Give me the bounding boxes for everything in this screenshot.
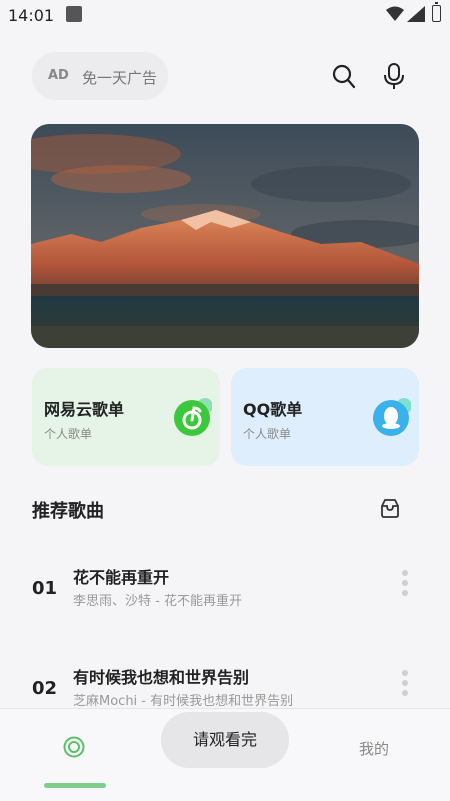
card-title: 网易云歌单 bbox=[44, 400, 125, 419]
netease-playlist-card[interactable]: 网易云歌单 个人歌单 bbox=[32, 368, 220, 466]
search-icon[interactable] bbox=[332, 64, 356, 90]
song-artist: 芝麻Mochi - 有时候我也想和世界告别 bbox=[73, 694, 294, 709]
inbox-icon[interactable] bbox=[379, 497, 401, 519]
status-time: 14:01 bbox=[8, 6, 55, 25]
signal-icon bbox=[407, 6, 425, 22]
mountain-landscape-image bbox=[31, 124, 419, 348]
tab-mine[interactable]: 我的 bbox=[359, 738, 389, 759]
ad-free-pill[interactable]: AD 免一天广告 bbox=[32, 52, 168, 100]
more-options-icon[interactable] bbox=[400, 570, 410, 602]
song-row[interactable]: 01 花不能再重开 李思雨、沙特 - 花不能再重开 bbox=[0, 560, 450, 620]
card-subtitle: 个人歌单 bbox=[243, 427, 292, 441]
song-title: 花不能再重开 bbox=[73, 568, 170, 587]
home-tab-icon[interactable] bbox=[63, 736, 85, 758]
active-tab-indicator bbox=[44, 783, 106, 788]
card-subtitle: 个人歌单 bbox=[44, 427, 93, 441]
ad-free-label: 免一天广告 bbox=[82, 69, 158, 87]
banner-image[interactable] bbox=[31, 124, 419, 348]
song-number: 01 bbox=[32, 578, 58, 599]
song-number: 02 bbox=[32, 678, 58, 699]
card-title: QQ歌单 bbox=[243, 400, 303, 419]
qq-music-icon bbox=[373, 398, 411, 436]
song-artist: 李思雨、沙特 - 花不能再重开 bbox=[73, 594, 242, 609]
toast-message: 请观看完 bbox=[161, 712, 289, 768]
wifi-icon bbox=[386, 6, 404, 21]
status-bar: 14:01 bbox=[0, 0, 450, 32]
ad-free-icon: AD bbox=[48, 68, 69, 83]
netease-music-icon bbox=[174, 398, 212, 436]
notification-icon bbox=[66, 6, 82, 22]
section-title: 推荐歌曲 bbox=[32, 501, 104, 522]
battery-icon bbox=[432, 2, 441, 22]
microphone-icon[interactable] bbox=[383, 63, 405, 91]
song-title: 有时候我也想和世界告别 bbox=[73, 668, 250, 687]
qq-playlist-card[interactable]: QQ歌单 个人歌单 bbox=[231, 368, 419, 466]
more-options-icon[interactable] bbox=[400, 670, 410, 702]
